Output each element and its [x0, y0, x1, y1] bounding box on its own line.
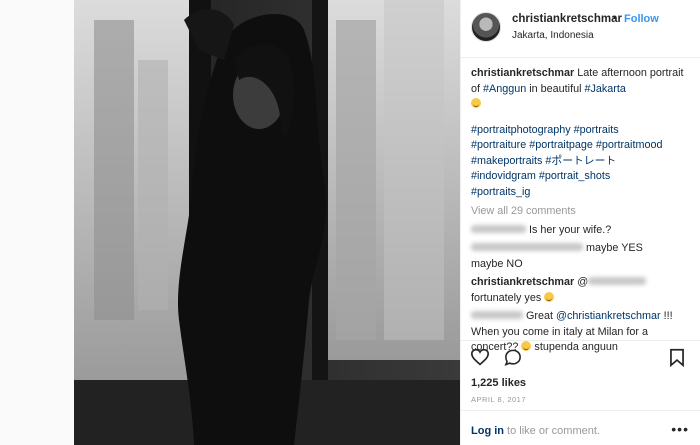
hashtags-line-3[interactable]: #makeportraits #ポートレート [471, 154, 695, 170]
more-options-icon[interactable]: ••• [671, 421, 689, 437]
blurred-mention [588, 277, 647, 285]
view-all-comments-link[interactable]: View all 29 comments [471, 204, 695, 220]
caption-username[interactable]: christiankretschmar [471, 67, 574, 79]
hashtag-jakarta[interactable]: #Jakarta [584, 83, 625, 95]
hashtag-anggun[interactable]: #Anggun [483, 83, 526, 95]
comment-3-username[interactable]: christiankretschmar [471, 276, 574, 288]
hashtags-line-1[interactable]: #portraitphotography #portraits [471, 123, 695, 139]
login-prompt-text: to like or comment. [504, 425, 600, 437]
avatar[interactable] [471, 12, 501, 42]
header-username[interactable]: christiankretschmar [512, 13, 622, 25]
comment-3: christiankretschmar @ fortunately yes [471, 275, 695, 306]
comment-3-text: fortunately yes [471, 291, 542, 304]
hashtags-line-4[interactable]: #indovidgram #portrait_shots [471, 169, 695, 185]
post-header: christiankretschmar • Follow Jakarta, In… [461, 0, 700, 58]
portrait-image [74, 0, 460, 445]
login-prompt: Log in to like or comment. [471, 425, 600, 437]
hashtags-line-5[interactable]: #portraits_ig [471, 185, 695, 201]
likes-count[interactable]: 1,225 likes [471, 377, 526, 389]
comment-2-text: maybe YES [586, 242, 643, 254]
comment-2: maybe YES maybe NO [471, 241, 695, 272]
hashtags-line-2[interactable]: #portraiture #portraitpage #portraitmood [471, 138, 695, 154]
hashtags: #portraitphotography #portraits #portrai… [471, 123, 695, 201]
blurred-username [471, 224, 526, 233]
comment-4-text-1: Great [526, 310, 557, 322]
comment-4-mention[interactable]: @christiankretschmar [556, 310, 661, 322]
comment-footer: Log in to like or comment. ••• [461, 410, 700, 445]
comment-3-at: @ [577, 276, 589, 288]
wink-emoji-icon [544, 291, 555, 302]
caption: christiankretschmar Late afternoon portr… [471, 66, 695, 113]
post-sidebar: christiankretschmar • Follow Jakarta, In… [460, 0, 700, 445]
blurred-username [471, 311, 523, 319]
bookmark-icon[interactable] [669, 348, 685, 370]
smile-emoji-icon [471, 98, 481, 108]
heart-icon[interactable] [470, 348, 490, 369]
blurred-username [471, 243, 583, 251]
post-photo[interactable] [74, 0, 460, 445]
action-bar [461, 340, 700, 372]
comment-1-text: Is her your wife.? [529, 223, 612, 236]
follow-button[interactable]: Follow [624, 13, 659, 25]
comment-1: Is her your wife.? [471, 223, 695, 239]
caption-text-2: in beautiful [526, 82, 585, 95]
comment-bubble-icon[interactable] [503, 348, 523, 370]
location-link[interactable]: Jakarta, Indonesia [512, 30, 594, 41]
separator-dot: • [613, 12, 617, 24]
comment-2-text-2: maybe NO [471, 257, 523, 270]
post-date: APRIL 8, 2017 [471, 395, 527, 404]
comments-section: christiankretschmar Late afternoon portr… [471, 66, 695, 356]
login-link[interactable]: Log in [471, 425, 504, 437]
